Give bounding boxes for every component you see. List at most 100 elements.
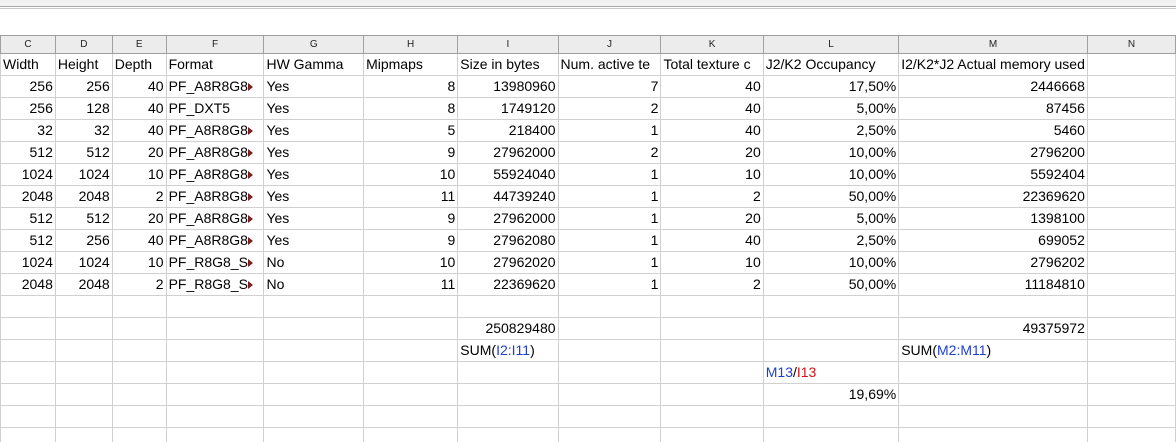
table-cell[interactable]: 11184810 — [898, 273, 1088, 296]
table-cell[interactable]: 44739240 — [457, 185, 559, 208]
table-cell[interactable] — [1086, 383, 1176, 406]
table-cell[interactable]: PF_A8R8G8 — [165, 141, 265, 164]
table-cell[interactable]: 512 — [0, 141, 56, 164]
table-cell[interactable]: Yes — [263, 207, 365, 230]
table-cell[interactable]: 50,00% — [762, 273, 900, 296]
column-header-h[interactable]: H — [363, 35, 459, 54]
table-cell[interactable] — [0, 427, 56, 442]
table-cell[interactable]: 10 — [111, 163, 167, 186]
table-cell[interactable]: 256 — [54, 75, 113, 98]
table-cell[interactable]: 10 — [363, 163, 459, 186]
table-cell[interactable] — [457, 427, 559, 442]
table-cell[interactable] — [762, 295, 900, 318]
table-cell[interactable] — [0, 405, 56, 428]
table-cell[interactable]: 2048 — [54, 273, 113, 296]
table-cell[interactable] — [660, 295, 764, 318]
memory-formula-cell[interactable]: SUM(M2:M11) — [898, 339, 1088, 362]
table-cell[interactable] — [54, 317, 113, 340]
table-cell[interactable]: PF_A8R8G8 — [165, 163, 265, 186]
table-cell[interactable] — [557, 339, 662, 362]
table-cell[interactable]: 10,00% — [762, 251, 900, 274]
table-cell[interactable] — [54, 405, 113, 428]
table-cell[interactable]: 27962080 — [457, 229, 559, 252]
table-cell[interactable]: 7 — [557, 75, 662, 98]
table-cell[interactable]: Yes — [263, 141, 365, 164]
table-cell[interactable]: 699052 — [898, 229, 1088, 252]
table-cell[interactable] — [263, 339, 365, 362]
column-header-n[interactable]: N — [1086, 35, 1176, 54]
table-cell[interactable]: 128 — [54, 97, 113, 120]
table-cell[interactable]: 9 — [363, 229, 459, 252]
table-cell[interactable]: 2 — [557, 97, 662, 120]
table-cell[interactable]: 2048 — [0, 185, 56, 208]
table-cell[interactable]: PF_DXT5 — [165, 97, 265, 120]
table-cell[interactable]: 2446668 — [898, 75, 1088, 98]
table-cell[interactable] — [0, 339, 56, 362]
header-cell[interactable]: Mipmaps — [363, 53, 459, 76]
table-cell[interactable]: 2 — [557, 141, 662, 164]
table-cell[interactable]: 2048 — [54, 185, 113, 208]
table-cell[interactable] — [363, 427, 459, 442]
table-cell[interactable] — [1086, 317, 1176, 340]
table-cell[interactable]: Yes — [263, 75, 365, 98]
table-cell[interactable]: 9 — [363, 141, 459, 164]
table-cell[interactable]: 5,00% — [762, 207, 900, 230]
table-cell[interactable]: 40 — [660, 97, 764, 120]
table-cell[interactable] — [898, 383, 1088, 406]
table-cell[interactable] — [1086, 361, 1176, 384]
table-cell[interactable]: 22369620 — [457, 273, 559, 296]
table-cell[interactable] — [457, 295, 559, 318]
table-cell[interactable]: 40 — [111, 97, 167, 120]
table-cell[interactable]: 55924040 — [457, 163, 559, 186]
table-cell[interactable] — [111, 383, 167, 406]
table-cell[interactable]: 1 — [557, 163, 662, 186]
table-cell[interactable] — [263, 405, 365, 428]
table-cell[interactable]: 20 — [111, 207, 167, 230]
table-cell[interactable]: 32 — [54, 119, 113, 142]
table-cell[interactable]: 512 — [0, 207, 56, 230]
table-cell[interactable]: 5592404 — [898, 163, 1088, 186]
table-cell[interactable]: 1024 — [54, 163, 113, 186]
table-cell[interactable]: 10 — [660, 163, 764, 186]
column-header-c[interactable]: C — [0, 35, 56, 54]
table-cell[interactable]: 5 — [363, 119, 459, 142]
table-cell[interactable]: 1024 — [54, 251, 113, 274]
table-cell[interactable] — [557, 427, 662, 442]
table-cell[interactable] — [1086, 185, 1176, 208]
table-cell[interactable] — [263, 361, 365, 384]
table-cell[interactable] — [1086, 75, 1176, 98]
header-cell[interactable]: Size in bytes — [457, 53, 559, 76]
header-cell[interactable]: Total texture c — [660, 53, 764, 76]
table-cell[interactable] — [165, 383, 265, 406]
ratio-formula-cell[interactable]: M13/I13 — [762, 361, 900, 384]
table-cell[interactable] — [1086, 405, 1176, 428]
table-cell[interactable] — [263, 295, 365, 318]
table-cell[interactable] — [111, 339, 167, 362]
table-cell[interactable] — [660, 405, 764, 428]
table-cell[interactable] — [363, 317, 459, 340]
formula-bar-area[interactable] — [0, 9, 1176, 35]
table-cell[interactable] — [54, 295, 113, 318]
table-cell[interactable] — [660, 383, 764, 406]
table-cell[interactable]: 5460 — [898, 119, 1088, 142]
table-cell[interactable] — [1086, 207, 1176, 230]
column-header-k[interactable]: K — [660, 35, 764, 54]
table-cell[interactable] — [54, 383, 113, 406]
column-header-i[interactable]: I — [457, 35, 559, 54]
table-cell[interactable] — [762, 317, 900, 340]
table-cell[interactable] — [557, 295, 662, 318]
table-cell[interactable] — [111, 295, 167, 318]
table-cell[interactable]: 2796200 — [898, 141, 1088, 164]
table-cell[interactable]: No — [263, 251, 365, 274]
table-cell[interactable] — [1086, 339, 1176, 362]
table-cell[interactable] — [660, 339, 764, 362]
table-cell[interactable]: PF_A8R8G8 — [165, 207, 265, 230]
table-cell[interactable] — [898, 295, 1088, 318]
memory-total-cell[interactable]: 49375972 — [898, 317, 1088, 340]
table-cell[interactable]: 22369620 — [898, 185, 1088, 208]
table-cell[interactable]: PF_A8R8G8 — [165, 119, 265, 142]
table-cell[interactable] — [54, 427, 113, 442]
table-cell[interactable]: 11 — [363, 273, 459, 296]
table-cell[interactable]: 218400 — [457, 119, 559, 142]
table-cell[interactable] — [363, 383, 459, 406]
